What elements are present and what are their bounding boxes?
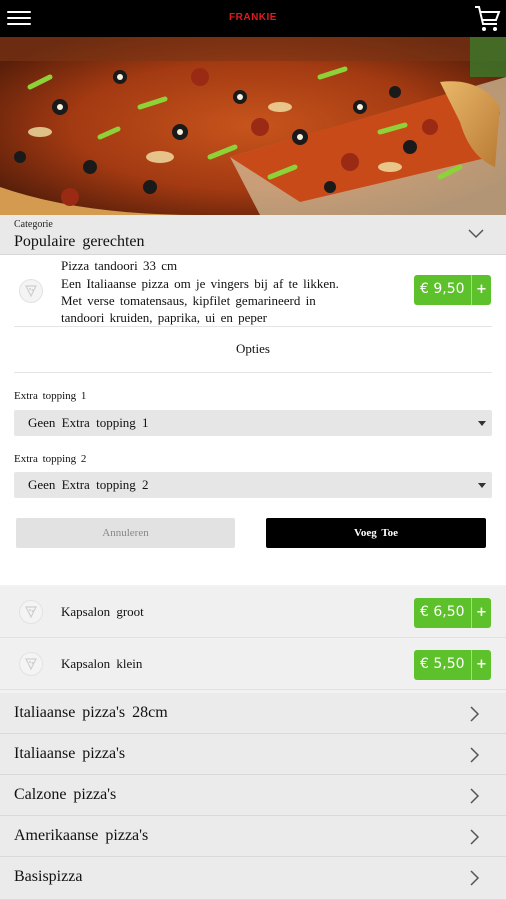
product-row[interactable]: Kapsalon klein € 5,50 + [0,639,506,690]
category-name: Basispizza [14,868,83,885]
product-row[interactable]: Kapsalon groot € 6,50 + [0,587,506,638]
hero-pizza-image [0,37,506,215]
category-name: Amerikaanse pizza's [14,827,149,844]
divider [14,326,492,327]
product-detail-panel: Pizza tandoori 33 cm Een Italiaanse pizz… [0,255,506,585]
category-row[interactable]: Amerikaanse pizza's [0,816,506,857]
select-value: Geen Extra topping 1 [28,415,149,430]
description-line: Met verse tomatensaus, kipfilet gemarine… [61,293,316,308]
chevron-right-icon [470,747,480,763]
description-line: tandoori kruiden, paprika, ui en peper [61,310,268,325]
add-to-cart-button[interactable]: € 5,50 + [414,650,491,680]
price-label: € 6,50 [420,604,465,620]
product-name: Kapsalon klein [61,656,143,671]
category-row[interactable]: Calzone pizza's [0,775,506,816]
brand-logo: FRANKIE [229,12,277,23]
price-label: € 9,50 [420,281,465,297]
plus-icon: + [471,275,491,305]
category-name: Italiaanse pizza's [14,745,126,762]
category-value: Populaire gerechten [14,233,145,250]
price-label: € 5,50 [420,656,465,672]
category-selector[interactable]: Categorie Populaire gerechten [0,215,506,255]
product-description: Een Italiaanse pizza om je vingers bij a… [61,275,391,326]
options-title: Opties [236,341,270,356]
top-bar: FRANKIE [0,0,506,37]
pizza-icon [19,652,43,676]
category-name: Italiaanse pizza's 28cm [14,704,168,721]
category-row[interactable]: Italiaanse pizza's [0,734,506,775]
select-value: Geen Extra topping 2 [28,477,149,492]
chevron-right-icon [470,829,480,845]
product-title: Pizza tandoori 33 cm [61,258,178,273]
plus-icon: + [471,598,491,628]
chevron-right-icon [470,788,480,804]
chevron-right-icon [470,706,480,722]
dropdown-caret-icon [478,421,486,426]
product-name: Kapsalon groot [61,604,144,619]
option-label-topping-2: Extra topping 2 [14,453,87,465]
chevron-right-icon [470,870,480,886]
category-label: Categorie [14,219,53,230]
cancel-button[interactable]: Annuleren [16,518,235,548]
category-row[interactable]: Basispizza [0,857,506,900]
add-to-cart-button[interactable]: € 9,50 + [414,275,491,305]
shopping-cart-icon[interactable] [473,4,501,34]
category-row[interactable]: Italiaanse pizza's 28cm [0,693,506,734]
topping-2-select[interactable]: Geen Extra topping 2 [14,472,492,498]
add-to-cart-button[interactable]: € 6,50 + [414,598,491,628]
divider [14,372,492,373]
plus-icon: + [471,650,491,680]
pizza-icon [19,600,43,624]
pizza-icon [19,279,43,303]
chevron-down-icon[interactable] [468,229,484,239]
category-name: Calzone pizza's [14,786,117,803]
dropdown-caret-icon [478,483,486,488]
topping-1-select[interactable]: Geen Extra topping 1 [14,410,492,436]
description-line: Een Italiaanse pizza om je vingers bij a… [61,276,339,291]
option-label-topping-1: Extra topping 1 [14,390,87,402]
add-button[interactable]: Voeg Toe [266,518,486,548]
